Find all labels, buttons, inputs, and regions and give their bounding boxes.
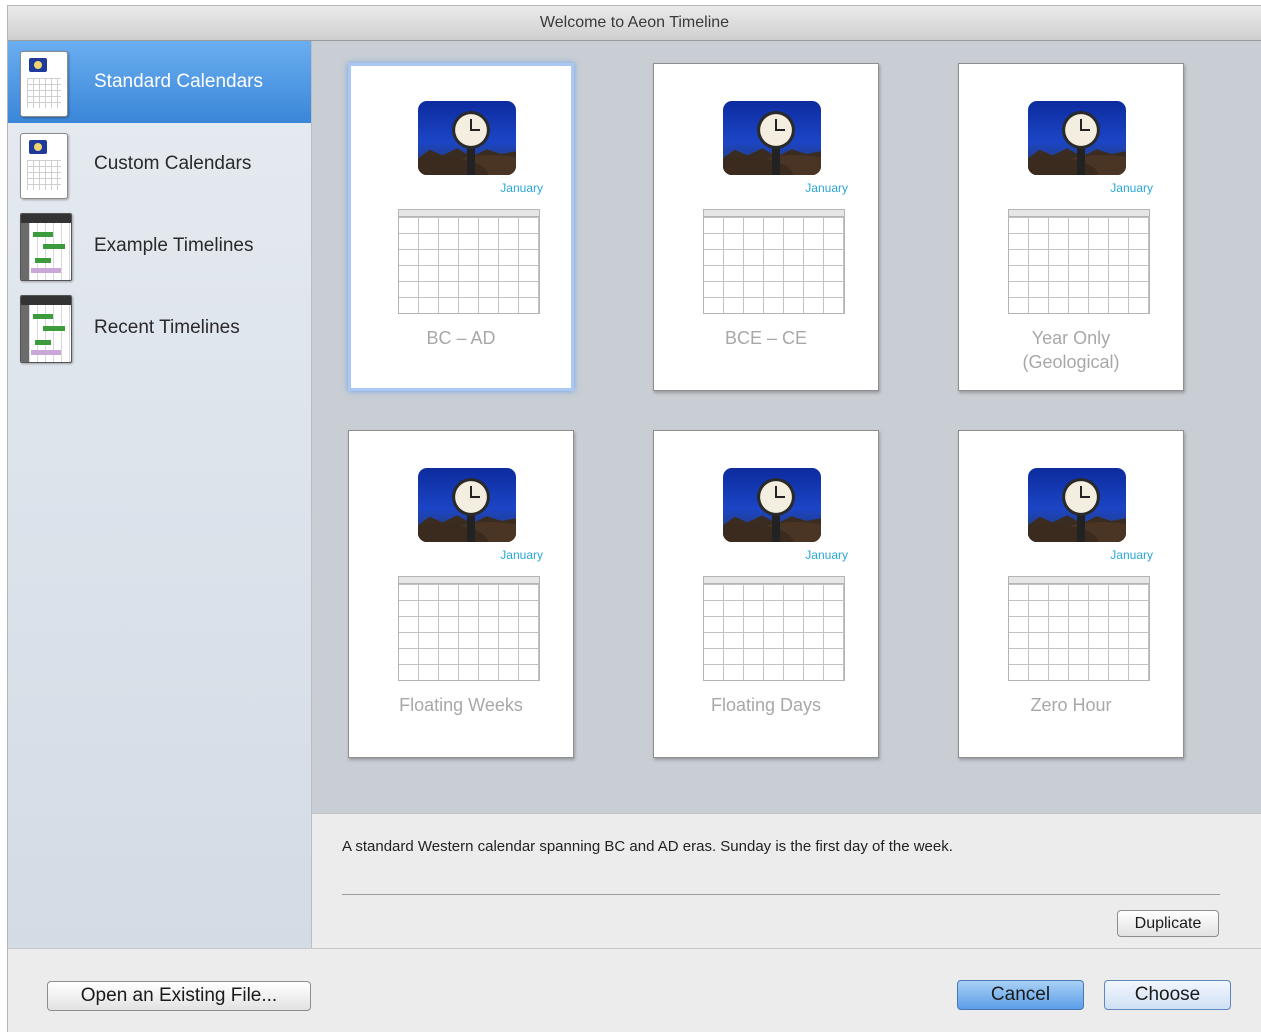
calendar-document-icon bbox=[20, 133, 68, 199]
timeline-document-icon bbox=[20, 213, 72, 281]
clock-photo-thumbnail bbox=[1028, 101, 1126, 175]
open-existing-file-button[interactable]: Open an Existing File... bbox=[47, 981, 311, 1011]
month-label: January bbox=[805, 181, 848, 195]
calendar-document-icon bbox=[20, 51, 68, 117]
template-gallery: January BC – AD January BCE – CE January… bbox=[312, 41, 1261, 813]
template-name: Year Only (Geological) bbox=[1022, 328, 1120, 372]
template-name: BCE – CE bbox=[724, 328, 808, 348]
sidebar-item-example-timelines[interactable]: Example Timelines bbox=[8, 205, 311, 287]
divider bbox=[342, 894, 1220, 895]
calendar-grid-preview bbox=[703, 576, 845, 681]
template-card-floating-days[interactable]: January Floating Days bbox=[653, 430, 879, 758]
sidebar: Standard Calendars Custom Calendars Exam… bbox=[8, 41, 312, 948]
sidebar-item-label: Standard Calendars bbox=[94, 71, 263, 92]
clock-photo-thumbnail bbox=[723, 101, 821, 175]
description-panel: A standard Western calendar spanning BC … bbox=[312, 813, 1261, 949]
clock-photo-thumbnail bbox=[1028, 468, 1126, 542]
welcome-window: Welcome to Aeon Timeline Standard Calend… bbox=[8, 6, 1261, 1032]
month-label: January bbox=[500, 548, 543, 562]
timeline-document-icon bbox=[20, 295, 72, 363]
window-title: Welcome to Aeon Timeline bbox=[8, 6, 1261, 41]
sidebar-item-custom-calendars[interactable]: Custom Calendars bbox=[8, 123, 311, 205]
month-label: January bbox=[1110, 181, 1153, 195]
template-card-bc-ad[interactable]: January BC – AD bbox=[348, 63, 574, 391]
month-label: January bbox=[1110, 548, 1153, 562]
calendar-grid-preview bbox=[1008, 576, 1150, 681]
template-card-bce-ce[interactable]: January BCE – CE bbox=[653, 63, 879, 391]
month-label: January bbox=[805, 548, 848, 562]
template-name: BC – AD bbox=[426, 328, 496, 348]
sidebar-item-label: Recent Timelines bbox=[94, 317, 240, 338]
template-name: Zero Hour bbox=[1030, 695, 1112, 715]
footer-bar: Open an Existing File... Cancel Choose bbox=[8, 948, 1261, 1032]
sidebar-item-recent-timelines[interactable]: Recent Timelines bbox=[8, 287, 311, 369]
calendar-grid-preview bbox=[398, 576, 540, 681]
template-card-year-only[interactable]: January Year Only (Geological) bbox=[958, 63, 1184, 391]
template-card-floating-weeks[interactable]: January Floating Weeks bbox=[348, 430, 574, 758]
sidebar-item-standard-calendars[interactable]: Standard Calendars bbox=[8, 41, 311, 123]
clock-photo-thumbnail bbox=[723, 468, 821, 542]
clock-photo-thumbnail bbox=[418, 468, 516, 542]
clock-photo-thumbnail bbox=[418, 101, 516, 175]
duplicate-button[interactable]: Duplicate bbox=[1117, 910, 1219, 937]
month-label: January bbox=[500, 181, 543, 195]
sidebar-item-label: Example Timelines bbox=[94, 235, 254, 256]
calendar-grid-preview bbox=[398, 209, 540, 314]
template-name: Floating Weeks bbox=[399, 695, 523, 715]
template-name: Floating Days bbox=[710, 695, 822, 715]
sidebar-item-label: Custom Calendars bbox=[94, 153, 252, 174]
calendar-grid-preview bbox=[1008, 209, 1150, 314]
template-card-zero-hour[interactable]: January Zero Hour bbox=[958, 430, 1184, 758]
choose-button[interactable]: Choose bbox=[1104, 980, 1231, 1010]
calendar-grid-preview bbox=[703, 209, 845, 314]
template-description: A standard Western calendar spanning BC … bbox=[342, 838, 953, 855]
cancel-button[interactable]: Cancel bbox=[957, 980, 1084, 1010]
